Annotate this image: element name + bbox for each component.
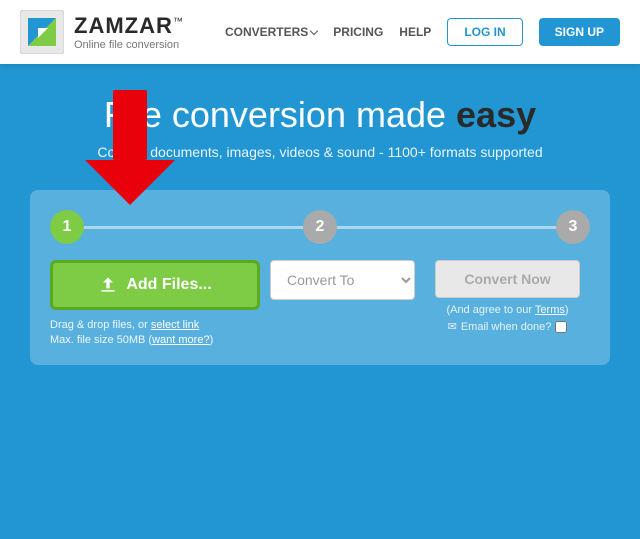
terms-link[interactable]: Terms <box>535 304 565 316</box>
converters-chevron-icon <box>310 27 318 35</box>
navbar-left: ZAMZAR™ Online file conversion <box>20 10 184 54</box>
convert-to-select[interactable]: Convert To <box>270 260 415 300</box>
step-line-1 <box>82 226 305 229</box>
content-row: Add Files... Drag & drop files, or selec… <box>50 260 590 349</box>
step1-area: Add Files... Drag & drop files, or selec… <box>50 260 260 349</box>
signup-button[interactable]: SIGN UP <box>539 18 620 46</box>
upload-icon <box>98 275 118 295</box>
converter-section: 1 2 3 Add Files... <box>30 190 610 365</box>
agree-text: (And agree to our Terms) <box>446 304 568 316</box>
steps-row: 1 2 3 <box>50 210 590 244</box>
drag-drop-text: Drag & drop files, or select link Max. f… <box>50 318 260 349</box>
step-1-circle: 1 <box>50 210 84 244</box>
email-checkbox[interactable] <box>555 321 567 333</box>
step-2-circle: 2 <box>303 210 337 244</box>
step-3-circle: 3 <box>556 210 590 244</box>
red-arrow-svg <box>85 90 175 205</box>
navbar: ZAMZAR™ Online file conversion CONVERTER… <box>0 0 640 64</box>
logo-tagline: Online file conversion <box>74 39 184 51</box>
red-arrow <box>85 90 175 210</box>
nav-converters[interactable]: CONVERTERS <box>225 25 317 39</box>
want-more-link[interactable]: want more? <box>152 334 209 346</box>
step2-area: Convert To <box>260 260 425 300</box>
select-link[interactable]: select link <box>151 319 199 331</box>
email-when-done-label: Email when done? <box>461 321 552 333</box>
email-icon: ✉ <box>448 320 457 333</box>
step-line-2 <box>335 226 558 229</box>
nav-help[interactable]: HELP <box>399 25 431 39</box>
logo-text: ZAMZAR™ Online file conversion <box>74 13 184 51</box>
zamzar-logo-icon <box>20 10 64 54</box>
converter-box: 1 2 3 Add Files... <box>30 190 610 365</box>
login-button[interactable]: LOG IN <box>447 18 522 46</box>
logo-brand: ZAMZAR™ <box>74 13 184 39</box>
convert-now-button[interactable]: Convert Now <box>435 260 580 298</box>
email-row: ✉ Email when done? <box>448 320 568 333</box>
step3-area: Convert Now (And agree to our Terms) ✉ E… <box>425 260 590 333</box>
nav-pricing[interactable]: PRICING <box>333 25 383 39</box>
add-files-button[interactable]: Add Files... <box>50 260 260 310</box>
navbar-right: CONVERTERS PRICING HELP LOG IN SIGN UP <box>225 18 620 46</box>
